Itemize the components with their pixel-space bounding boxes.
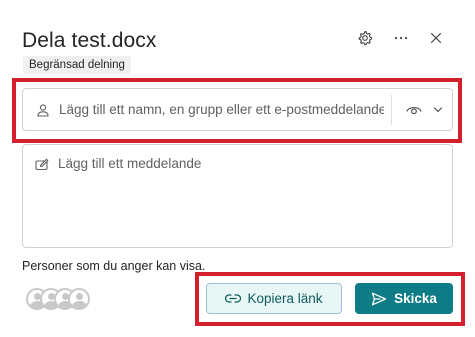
more-horizontal-icon bbox=[394, 36, 408, 40]
sharing-status-badge: Begränsad delning bbox=[23, 56, 131, 74]
permission-info-text: Personer som du anger kan visa. bbox=[22, 259, 206, 273]
share-dialog: Dela test.docx Begränsad delning Lägg ti… bbox=[0, 0, 475, 337]
gear-icon bbox=[358, 30, 373, 46]
message-input[interactable] bbox=[58, 155, 443, 239]
edit-icon bbox=[35, 158, 49, 171]
close-button[interactable] bbox=[425, 27, 447, 49]
more-options-button[interactable] bbox=[390, 27, 412, 49]
shared-with-avatars[interactable] bbox=[26, 288, 96, 312]
message-field bbox=[22, 144, 453, 248]
dialog-title: Dela test.docx bbox=[22, 29, 157, 52]
highlight-frame-people-field bbox=[12, 78, 462, 143]
highlight-frame-actions bbox=[195, 272, 465, 326]
settings-button[interactable] bbox=[354, 27, 376, 49]
close-icon bbox=[430, 32, 442, 44]
avatar bbox=[68, 288, 90, 310]
